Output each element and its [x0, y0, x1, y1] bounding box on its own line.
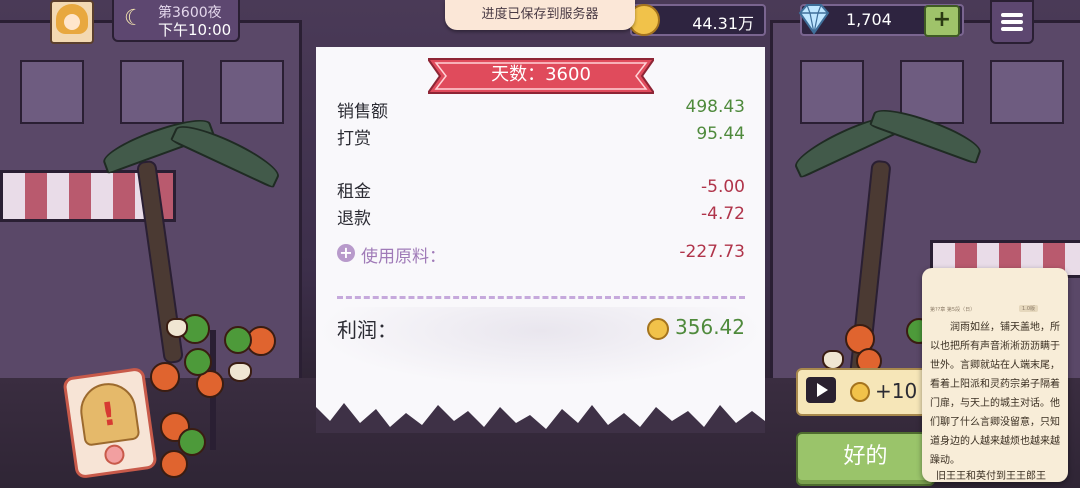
- profit-label: 利润：: [337, 318, 397, 342]
- refund-label: 退款: [337, 209, 371, 229]
- alert-card[interactable]: !: [62, 366, 158, 480]
- tips-label: 打赏: [337, 129, 371, 149]
- coin-icon: [850, 382, 870, 402]
- building-window: [220, 60, 284, 124]
- profit-value: 356.42: [675, 315, 745, 339]
- avatar-face: [64, 14, 80, 30]
- day-time-panel: ☾ 第3600夜 下午10:00: [112, 0, 240, 42]
- novel-reader-overlay[interactable]: 第??章 第5段（日） 1.0版 润雨如丝，铺天盖地，所以也把所有声音淅淅沥沥瞒…: [922, 268, 1068, 482]
- materials-value: -227.73: [679, 242, 745, 262]
- building-window: [20, 60, 84, 124]
- gem-amount: 1,704: [846, 10, 892, 29]
- building-window: [990, 60, 1064, 124]
- novel-text: 润雨如丝，铺天盖地，所以也把所有声音淅淅沥沥瞒于世外。言卿就站在人端末尾，看着上…: [930, 322, 1060, 466]
- materials-row[interactable]: + 使用原料： -227.73: [337, 242, 745, 267]
- watch-ad-bonus-button[interactable]: +10: [796, 368, 935, 416]
- coin-balance: 44.31万: [628, 4, 766, 36]
- garlic-icon: [228, 362, 252, 382]
- garlic-icon: [822, 350, 844, 370]
- tomato-icon: [150, 362, 180, 392]
- rent-row: 租金 -5.00: [337, 177, 745, 202]
- novel-tag: 1.0版: [1019, 305, 1038, 312]
- alert-frame: !: [76, 379, 141, 447]
- receipt-torn-edge: [316, 403, 765, 433]
- ok-button[interactable]: 好的: [796, 432, 935, 486]
- sales-value: 498.43: [685, 97, 745, 117]
- menu-icon: [1001, 13, 1023, 17]
- sales-label: 销售额: [337, 102, 388, 122]
- sales-row: 销售额 498.43: [337, 97, 745, 122]
- tips-value: 95.44: [696, 124, 745, 144]
- novel-next-line: 旧王王和英付到王王郎王: [936, 471, 1046, 482]
- ribbon-title: 天数：3600: [491, 64, 591, 85]
- buy-gems-button[interactable]: +: [924, 5, 960, 37]
- pepper-icon: [224, 326, 252, 354]
- coin-amount: 44.31万: [692, 14, 754, 33]
- coin-icon: [647, 318, 669, 340]
- garlic-icon: [166, 318, 188, 338]
- menu-icon: [1001, 27, 1023, 31]
- building-window: [800, 60, 864, 124]
- menu-icon: [1001, 20, 1023, 24]
- profit-row: 利润： 356.42: [337, 314, 745, 342]
- moon-icon: ☾: [124, 6, 144, 31]
- pepper-icon: [184, 348, 212, 376]
- diamond-icon: [798, 4, 830, 35]
- tips-row: 打赏 95.44: [337, 124, 745, 149]
- receipt-divider: [337, 296, 745, 299]
- player-avatar[interactable]: [50, 0, 94, 44]
- materials-label: 使用原料：: [361, 247, 446, 267]
- clock-time: 下午10:00: [158, 21, 232, 39]
- rent-label: 租金: [337, 182, 371, 202]
- ad-reward-amount: +10: [875, 379, 918, 403]
- building-window: [120, 60, 184, 124]
- refund-row: 退款 -4.72: [337, 204, 745, 229]
- menu-button[interactable]: [990, 0, 1034, 44]
- refund-value: -4.72: [701, 204, 745, 224]
- exclamation-icon: !: [98, 394, 119, 434]
- save-toast: 进度已保存到服务器: [445, 0, 635, 30]
- play-video-icon: [806, 377, 836, 403]
- tomato-icon: [160, 450, 188, 478]
- rent-value: -5.00: [701, 177, 745, 197]
- alert-dot: [103, 443, 126, 466]
- novel-chapter-header: 第??章 第5段（日）: [930, 307, 976, 313]
- expand-plus-icon[interactable]: +: [337, 244, 355, 262]
